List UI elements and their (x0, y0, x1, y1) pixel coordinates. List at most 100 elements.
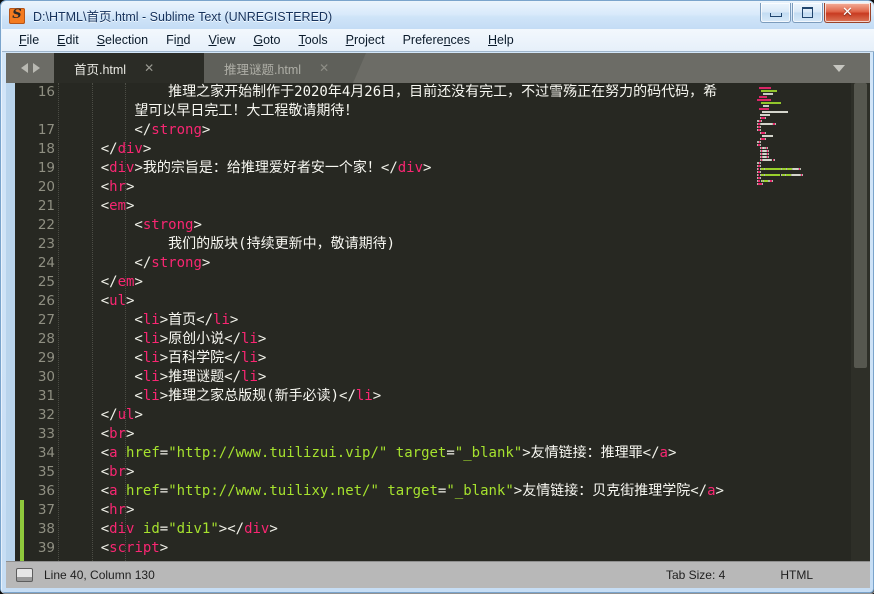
code-line[interactable]: 18 </div> (15, 140, 851, 159)
code-line[interactable]: 39 <script> (15, 539, 851, 558)
tab-dropdown-button[interactable] (826, 53, 852, 83)
menu-item-preferences[interactable]: Preferences (394, 30, 479, 50)
code-line[interactable]: 37 <hr> (15, 501, 851, 520)
minimap-line (775, 123, 776, 125)
menu-item-project[interactable]: Project (337, 30, 394, 50)
minimap-line (765, 168, 781, 170)
sublime-logo-icon (9, 8, 25, 24)
tab-shouye-html[interactable]: 首页.html ✕ (54, 53, 204, 83)
minimap-line (760, 171, 761, 173)
code-line[interactable]: 21 <em> (15, 197, 851, 216)
editor-window: 首页.html ✕ 推理谜题.html ✕ 16 推理之家开始制作于2020年4… (6, 53, 870, 561)
line-number: 36 (15, 482, 55, 501)
line-number: 24 (15, 254, 55, 273)
line-number: 39 (15, 539, 55, 558)
minimap-line (792, 174, 799, 176)
code-editor[interactable]: 16 推理之家开始制作于2020年4月26日，目前还没有完工，不过雪殇正在努力的… (6, 83, 870, 561)
line-text: <li>原创小说</li> (67, 330, 266, 349)
line-number: 17 (15, 121, 55, 140)
line-text: <br> (67, 463, 134, 482)
code-line[interactable]: 17 </strong> (15, 121, 851, 140)
code-line[interactable]: 25 </em> (15, 273, 851, 292)
minimap-line (761, 90, 777, 92)
code-line[interactable]: 30 <li>推理谜题</li> (15, 368, 851, 387)
code-line[interactable]: 31 <li>推理之家总版规(新手必读)</li> (15, 387, 851, 406)
window-layout-icon[interactable] (16, 568, 33, 582)
minimap-line (760, 129, 761, 131)
line-text: <div>我的宗旨是：给推理爱好者安一个家！</div> (67, 159, 431, 178)
line-text: <br> (67, 425, 134, 444)
scrollbar-thumb[interactable] (854, 83, 867, 368)
line-text: </strong> (67, 121, 210, 140)
minimap-line (760, 126, 761, 128)
minimap-line (763, 159, 771, 161)
tab-close-icon[interactable]: ✕ (319, 61, 329, 75)
line-text: <a href="http://www.tuilizui.vip/" targe… (67, 444, 676, 463)
menu-item-edit[interactable]: Edit (48, 30, 88, 50)
window-titlebar[interactable]: D:\HTML\首页.html - Sublime Text (UNREGIST… (2, 2, 874, 29)
prev-arrow-icon[interactable] (21, 63, 28, 73)
minimap-line (762, 183, 763, 185)
minimap-line (772, 180, 773, 182)
code-line[interactable]: 28 <li>原创小说</li> (15, 330, 851, 349)
menu-item-tools[interactable]: Tools (289, 30, 336, 50)
minimap-line (765, 132, 766, 134)
code-line[interactable]: 20 <hr> (15, 178, 851, 197)
syntax-indicator[interactable]: HTML (780, 568, 813, 582)
line-number: 32 (15, 406, 55, 425)
code-lines[interactable]: 16 推理之家开始制作于2020年4月26日，目前还没有完工，不过雪殇正在努力的… (15, 83, 851, 561)
minimap-line (759, 108, 769, 110)
menu-item-help[interactable]: Help (479, 30, 523, 50)
minimap-line (760, 165, 761, 167)
vertical-scrollbar[interactable] (851, 83, 870, 561)
close-button[interactable]: ✕ (824, 3, 871, 23)
minimap-line (800, 168, 801, 170)
code-line[interactable]: 27 <li>首页</li> (15, 311, 851, 330)
code-line[interactable]: 26 <ul> (15, 292, 851, 311)
line-number: 19 (15, 159, 55, 178)
tab-size-indicator[interactable]: Tab Size: 4 (666, 568, 725, 582)
minimap-line (760, 141, 761, 143)
minimap-line (762, 135, 773, 137)
code-line[interactable]: 24 </strong> (15, 254, 851, 273)
minimap-line (759, 87, 771, 89)
minimap[interactable] (751, 83, 851, 561)
code-line[interactable]: 38 <div id="div1"></div> (15, 520, 851, 539)
menu-item-file[interactable]: File (10, 30, 48, 50)
minimap-line (763, 105, 769, 107)
minimap-line (760, 114, 770, 116)
line-number: 20 (15, 178, 55, 197)
minimap-line (765, 174, 781, 176)
menu-item-goto[interactable]: Goto (244, 30, 289, 50)
code-line[interactable]: 19 <div>我的宗旨是：给推理爱好者安一个家！</div> (15, 159, 851, 178)
code-line[interactable]: 32 </ul> (15, 406, 851, 425)
menu-item-view[interactable]: View (199, 30, 244, 50)
code-line[interactable]: 29 <li>百科学院</li> (15, 349, 851, 368)
code-line[interactable]: 22 <strong> (15, 216, 851, 235)
line-text: <em> (67, 197, 134, 216)
line-text: <script> (67, 539, 168, 558)
line-text: <hr> (67, 501, 134, 520)
tab-close-icon[interactable]: ✕ (144, 61, 154, 75)
code-line[interactable]: 23 我们的版块(持续更新中，敬请期待) (15, 235, 851, 254)
line-text: <strong> (67, 216, 202, 235)
minimize-button[interactable] (760, 3, 791, 23)
minimap-line (761, 102, 781, 104)
menu-item-selection[interactable]: Selection (88, 30, 157, 50)
code-line[interactable]: 33 <br> (15, 425, 851, 444)
code-line[interactable]: 34 <a href="http://www.tuilizui.vip/" ta… (15, 444, 851, 463)
tab-nav-arrows[interactable] (6, 53, 54, 83)
line-text: <li>推理之家总版规(新手必读)</li> (67, 387, 381, 406)
tab-tuilimiti-html[interactable]: 推理谜题.html ✕ (204, 53, 366, 83)
menu-item-find[interactable]: Find (157, 30, 199, 50)
code-line[interactable]: 16 推理之家开始制作于2020年4月26日，目前还没有完工，不过雪殇正在努力的… (15, 83, 851, 121)
line-number: 22 (15, 216, 55, 235)
next-arrow-icon[interactable] (33, 63, 40, 73)
code-line[interactable]: 35 <br> (15, 463, 851, 482)
line-number: 23 (15, 235, 55, 254)
code-line[interactable]: 36 <a href="http://www.tuilixy.net/" tar… (15, 482, 851, 501)
line-text: <li>推理谜题</li> (67, 368, 266, 387)
minimap-line (761, 120, 762, 122)
maximize-button[interactable] (792, 3, 823, 23)
line-number: 21 (15, 197, 55, 216)
